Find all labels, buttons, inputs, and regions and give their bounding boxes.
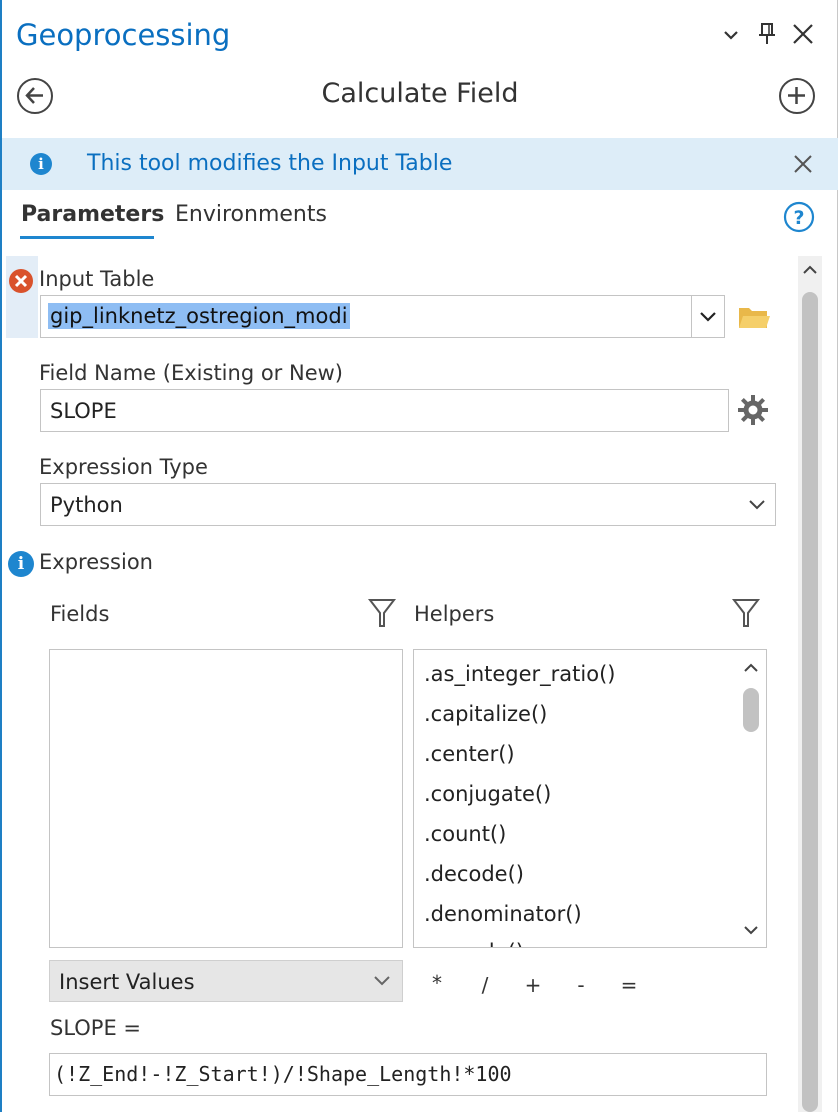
helper-item[interactable]: .as_integer_ratio() (424, 662, 615, 686)
fields-filter-button[interactable] (367, 596, 397, 630)
input-table-combobox[interactable]: gip_linknetz_ostregion_modi (40, 295, 725, 338)
helpers-scroll-thumb[interactable] (743, 688, 759, 732)
pane-scroll-thumb[interactable] (802, 292, 818, 1112)
input-table-dropdown[interactable] (691, 296, 724, 337)
expression-type-select[interactable]: Python (40, 483, 776, 526)
chevron-up-icon (744, 663, 758, 672)
dismiss-banner-button[interactable] (792, 153, 814, 175)
helper-item[interactable]: .count() (424, 822, 506, 846)
insert-values-label: Insert Values (59, 970, 195, 994)
helpers-scrollbar[interactable] (736, 650, 766, 947)
fields-list[interactable] (49, 649, 403, 948)
close-icon (794, 155, 812, 173)
tab-parameters[interactable]: Parameters (21, 202, 164, 227)
input-table-value[interactable]: gip_linknetz_ostregion_modi (48, 303, 350, 329)
field-name-value: SLOPE (50, 399, 117, 423)
help-button[interactable]: ? (783, 201, 815, 233)
field-name-input[interactable]: SLOPE (40, 389, 729, 432)
info-icon: i (30, 153, 52, 175)
chevron-down-icon (724, 31, 738, 40)
helpers-label: Helpers (414, 602, 495, 626)
chevron-down-icon (374, 976, 390, 986)
operator-divide-button[interactable]: / (475, 973, 495, 997)
insert-values-select[interactable]: Insert Values (49, 960, 403, 1002)
chevron-down-icon (744, 926, 758, 935)
input-table-label: Input Table (39, 267, 155, 291)
chevron-down-icon (749, 500, 765, 510)
operator-multiply-button[interactable]: * (427, 971, 447, 995)
fields-label: Fields (50, 602, 110, 626)
expression-type-label: Expression Type (39, 455, 208, 479)
helpers-filter-button[interactable] (731, 596, 761, 630)
chevron-up-icon (803, 265, 817, 274)
svg-text:?: ? (793, 207, 804, 229)
options-dropdown-button[interactable] (718, 22, 744, 48)
gear-icon (738, 395, 768, 425)
expression-code: (!Z_End!-!Z_Start!)/!Shape_Length!*100 (54, 1062, 512, 1086)
operator-subtract-button[interactable]: - (571, 973, 591, 997)
helper-item[interactable]: .center() (424, 742, 515, 766)
error-icon (8, 268, 34, 294)
expression-target-label: SLOPE = (50, 1016, 142, 1040)
helper-item[interactable]: .conjugate() (424, 782, 551, 806)
filter-icon (731, 599, 761, 627)
add-tool-button[interactable] (779, 78, 815, 114)
expression-type-value: Python (50, 493, 123, 517)
close-pane-button[interactable] (789, 20, 817, 48)
chevron-down-icon (700, 312, 716, 322)
expression-label: Expression (39, 550, 153, 574)
active-tab-indicator (20, 236, 154, 239)
scroll-up-button[interactable] (798, 258, 822, 282)
operator-add-button[interactable]: + (523, 973, 543, 997)
plus-circle-icon (788, 87, 805, 104)
field-name-label: Field Name (Existing or New) (39, 361, 343, 385)
tab-environments[interactable]: Environments (175, 202, 327, 227)
info-icon[interactable]: i (8, 551, 34, 577)
helper-item[interactable]: .encode() (424, 940, 524, 947)
filter-icon (367, 599, 397, 627)
expression-code-input[interactable]: (!Z_End!-!Z_Start!)/!Shape_Length!*100 (49, 1053, 767, 1096)
field-properties-button[interactable] (737, 394, 769, 426)
tool-title: Calculate Field (321, 78, 519, 109)
pane-title: Geoprocessing (16, 18, 231, 52)
pin-button[interactable] (754, 20, 780, 48)
banner-message: This tool modifies the Input Table (87, 151, 453, 176)
operator-equals-button[interactable]: = (619, 973, 639, 997)
browse-button[interactable] (737, 302, 771, 332)
helper-item[interactable]: .denominator() (424, 902, 582, 926)
folder-icon (739, 308, 770, 328)
help-icon: ? (783, 201, 815, 233)
helpers-list[interactable]: .as_integer_ratio() .capitalize() .cente… (413, 649, 767, 948)
helper-item[interactable]: .capitalize() (424, 702, 547, 726)
helper-item[interactable]: .decode() (424, 862, 524, 886)
close-icon (793, 24, 813, 44)
pin-icon (759, 23, 775, 44)
